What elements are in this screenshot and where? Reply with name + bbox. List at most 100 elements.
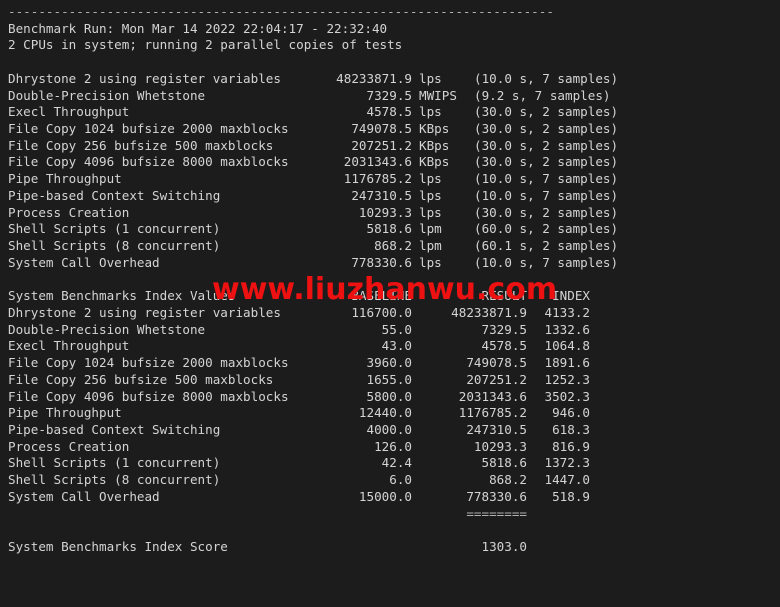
index-row-baseline: 12440.0 [358,405,412,421]
index-row-index: 1064.8 [544,338,591,354]
raw-result-value: 7329.5 [366,87,413,103]
index-row-index: 3502.3 [544,388,591,404]
top-rule: ----------------------------------------… [8,4,554,19]
index-row-result: 247310.5 [466,421,527,437]
index-row-result: 207251.2 [466,371,527,387]
equals-separator: ======== [466,505,527,521]
raw-result-row: Execl Throughput 4578.5 lps (30.0 s, 2 samp… [0,104,780,121]
index-table-header: System Benchmarks Index Values BASELINE RE… [0,288,780,305]
raw-result-value: 868.2 [374,238,412,254]
raw-result-value: 5818.6 [366,221,413,237]
raw-result-samples: (10.0 s, 7 samples) [474,171,619,187]
index-row-index: 1447.0 [544,472,591,488]
index-row-index: 518.9 [552,488,590,504]
index-row-name: Process Creation [8,438,130,454]
raw-result-name: Double-Precision Whetstone [8,87,206,103]
index-row-name: Double-Precision Whetstone [8,321,206,337]
index-row-name: Pipe-based Context Switching [8,421,221,437]
raw-result-row: Pipe Throughput 1176785.2 lps (10.0 s, 7 sa… [0,171,780,188]
raw-result-samples: (30.0 s, 2 samples) [474,154,619,170]
raw-result-value: 2031343.6 [343,154,412,170]
raw-result-unit: lps [419,254,442,270]
raw-result-name: File Copy 1024 bufsize 2000 maxblocks [8,121,289,137]
raw-result-samples: (60.0 s, 2 samples) [474,221,619,237]
raw-result-name: Process Creation [8,204,130,220]
raw-result-samples: (30.0 s, 2 samples) [474,121,619,137]
index-row-baseline: 55.0 [381,321,412,337]
index-row-baseline: 3960.0 [366,355,413,371]
index-table-row: File Copy 256 bufsize 500 maxblocks 1655.… [0,372,780,389]
index-row-baseline: 42.4 [381,455,412,471]
raw-result-name: System Call Overhead [8,254,160,270]
raw-result-value: 749078.5 [351,121,412,137]
index-row-baseline: 43.0 [381,338,412,354]
index-row-result: 749078.5 [466,355,527,371]
index-table-row: Process Creation 126.0 10293.3 816.9 [0,439,780,456]
raw-result-unit: KBps [419,154,450,170]
raw-result-samples: (60.1 s, 2 samples) [474,238,619,254]
index-row-index: 1891.6 [544,355,591,371]
index-row-name: Dhrystone 2 using register variables [8,304,281,320]
raw-result-row: File Copy 1024 bufsize 2000 maxblocks 749… [0,121,780,138]
raw-result-unit: lps [419,70,442,86]
index-row-result: 10293.3 [473,438,527,454]
raw-result-row: Process Creation 10293.3 lps (30.0 s, 2 sam… [0,205,780,222]
index-row-name: Shell Scripts (8 concurrent) [8,472,221,488]
index-separator-line: ======== [0,506,780,523]
index-row-result: 778330.6 [466,488,527,504]
raw-result-name: Shell Scripts (8 concurrent) [8,238,221,254]
raw-result-samples: (30.0 s, 2 samples) [474,204,619,220]
raw-result-unit: lpm [419,221,442,237]
index-row-name: Shell Scripts (1 concurrent) [8,455,221,471]
raw-result-unit: MWIPS [419,87,457,103]
index-table-row: Pipe-based Context Switching 4000.0 247310… [0,422,780,439]
index-row-baseline: 116700.0 [351,304,412,320]
index-table-row: Pipe Throughput 12440.0 1176785.2 946.0 [0,405,780,422]
index-table-row: System Call Overhead 15000.0 778330.6 518.9 [0,489,780,506]
index-row-index: 1372.3 [544,455,591,471]
index-table-rows: Dhrystone 2 using register variables 1167… [0,305,780,506]
raw-result-name: File Copy 4096 bufsize 8000 maxblocks [8,154,289,170]
index-row-index: 816.9 [552,438,590,454]
raw-result-samples: (10.0 s, 7 samples) [474,70,619,86]
index-table-row: Execl Throughput 43.0 4578.5 1064.8 [0,338,780,355]
benchmark-run-line: Benchmark Run: Mon Mar 14 2022 22:04:17 … [8,20,388,36]
raw-result-unit: lps [419,171,442,187]
index-row-name: File Copy 256 bufsize 500 maxblocks [8,371,274,387]
raw-results-block: Dhrystone 2 using register variables 4823… [0,71,780,272]
raw-result-row: Double-Precision Whetstone 7329.5 MWIPS (9.… [0,88,780,105]
raw-result-name: Pipe Throughput [8,171,122,187]
raw-result-unit: lps [419,204,442,220]
raw-result-unit: lpm [419,238,442,254]
index-table-row: File Copy 1024 bufsize 2000 maxblocks 396… [0,355,780,372]
index-row-baseline: 1655.0 [366,371,413,387]
index-row-result: 48233871.9 [451,304,527,320]
raw-result-value: 10293.3 [358,204,412,220]
index-score-line: System Benchmarks Index Score 1303.0 [0,539,780,556]
index-row-baseline: 6.0 [389,472,412,488]
raw-result-name: Dhrystone 2 using register variables [8,70,281,86]
raw-result-row: Shell Scripts (1 concurrent) 5818.6 lpm (60… [0,221,780,238]
index-table-row: Double-Precision Whetstone 55.0 7329.5 1332… [0,322,780,339]
raw-result-row: File Copy 4096 bufsize 8000 maxblocks 203… [0,154,780,171]
index-score-value: 1303.0 [481,539,528,554]
raw-result-value: 207251.2 [351,137,412,153]
index-row-baseline: 15000.0 [358,488,412,504]
index-row-index: 4133.2 [544,304,591,320]
raw-result-samples: (10.0 s, 7 samples) [474,254,619,270]
index-row-result: 2031343.6 [458,388,527,404]
index-row-result: 1176785.2 [458,405,527,421]
raw-result-name: File Copy 256 bufsize 500 maxblocks [8,137,274,153]
index-score-label: System Benchmarks Index Score [8,539,228,554]
index-row-baseline: 4000.0 [366,421,413,437]
index-row-name: Pipe Throughput [8,405,122,421]
cpu-info-line: 2 CPUs in system; running 2 parallel cop… [8,37,403,53]
raw-result-value: 247310.5 [351,187,412,203]
raw-result-row: System Call Overhead 778330.6 lps (10.0 s, … [0,255,780,272]
raw-result-unit: lps [419,104,442,120]
